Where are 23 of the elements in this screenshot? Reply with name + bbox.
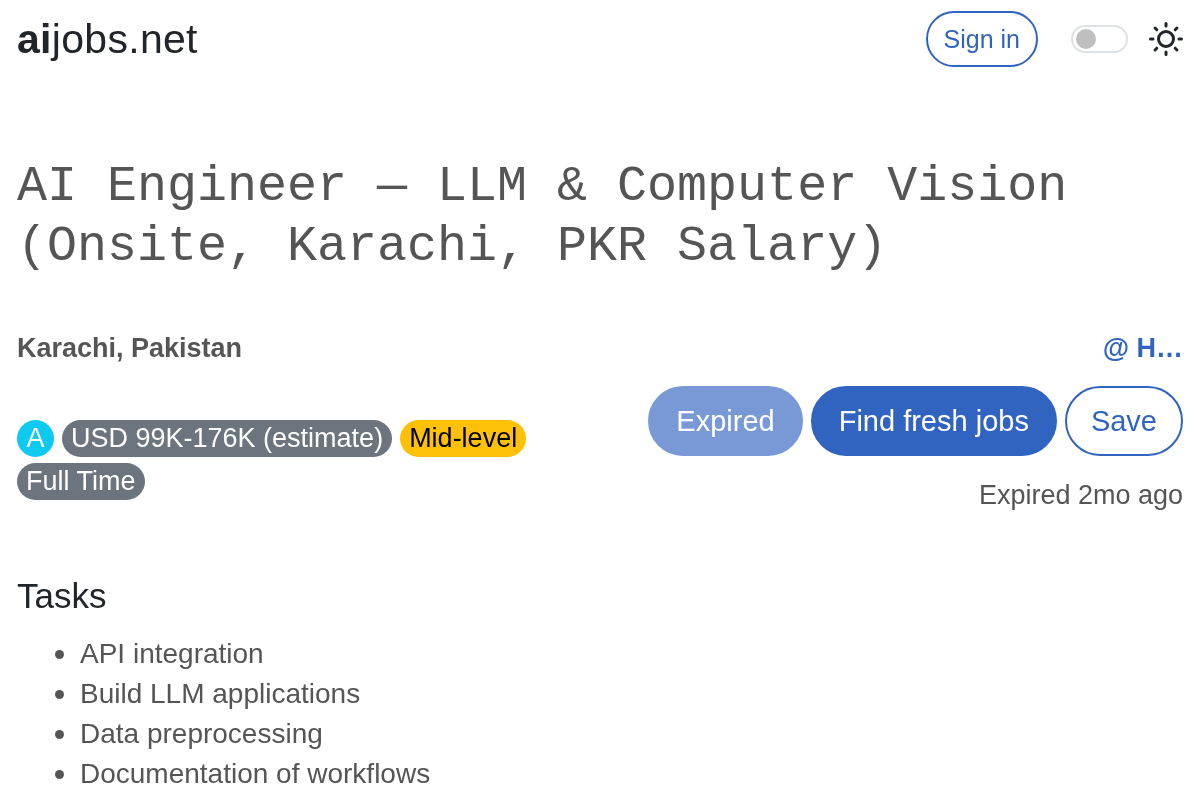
bullet-icon — [55, 729, 64, 739]
site-logo[interactable]: aijobs.net — [17, 15, 198, 63]
task-item: API integration — [80, 638, 264, 670]
bullet-icon — [55, 689, 64, 699]
primary-button[interactable]: Find fresh jobs — [810, 386, 1057, 456]
outline-button[interactable]: Save — [1064, 386, 1183, 456]
task-item: Documentation of workflows — [80, 758, 431, 790]
bullet-icon — [55, 769, 64, 779]
tag-badge: Full Time — [17, 463, 145, 500]
task-item: Build LLM applications — [80, 678, 361, 710]
task-item: Data preprocessing — [80, 718, 323, 750]
theme-toggle[interactable] — [1071, 25, 1128, 53]
bullet-icon — [55, 649, 64, 659]
sun-icon[interactable] — [1149, 22, 1183, 56]
job-title: AI Engineer — LLM & Computer Vision (Onsite, Karachi, PKR Salary) — [17, 157, 1069, 277]
tag-badge: Mid-level — [400, 420, 527, 457]
tag-badge: A — [17, 420, 54, 457]
section-heading: Tasks — [17, 576, 108, 616]
company-link[interactable]: @ H… — [1102, 330, 1183, 366]
job-location: Karachi, Pakistan — [17, 332, 244, 365]
sign-in-button[interactable]: Sign in — [925, 11, 1038, 67]
expiry-note: Expired 2mo ago — [978, 479, 1183, 512]
tag-badge: USD 99K-176K (estimate) — [62, 420, 393, 457]
